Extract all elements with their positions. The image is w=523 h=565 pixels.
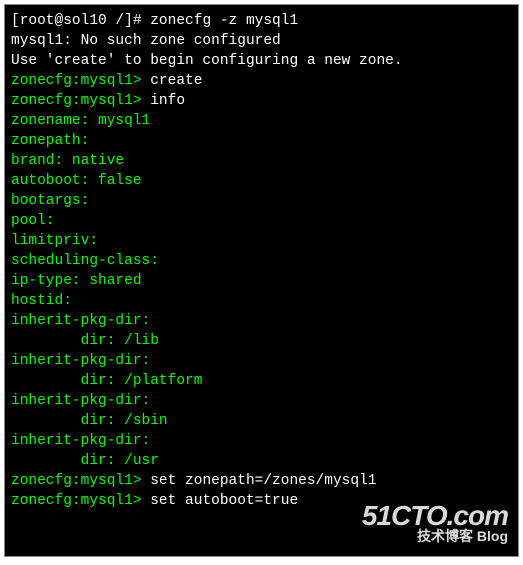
output-line: zonename: mysql1 [11, 111, 512, 131]
output-line: mysql1: No such zone configured [11, 31, 512, 51]
terminal-line: zonecfg:mysql1> info [11, 91, 512, 111]
terminal-window[interactable]: [root@sol10 /]# zonecfg -z mysql1 mysql1… [4, 4, 519, 557]
output-line: inherit-pkg-dir: [11, 391, 512, 411]
output-line: dir: /lib [11, 331, 512, 351]
output-line: zonepath: [11, 131, 512, 151]
output-line: dir: /platform [11, 371, 512, 391]
output-line: pool: [11, 211, 512, 231]
terminal-line: zonecfg:mysql1> create [11, 71, 512, 91]
shell-prompt: [root@sol10 /]# [11, 13, 150, 29]
output-line: hostid: [11, 291, 512, 311]
command-text: set zonepath=/zones/mysql1 [150, 473, 376, 489]
command-text: set autoboot=true [150, 493, 298, 509]
zonecfg-prompt: zonecfg:mysql1> [11, 93, 150, 109]
command-text: info [150, 93, 185, 109]
output-line: bootargs: [11, 191, 512, 211]
terminal-line: zonecfg:mysql1> set autoboot=true [11, 491, 512, 511]
command-text: create [150, 73, 202, 89]
zonecfg-prompt: zonecfg:mysql1> [11, 473, 150, 489]
output-line: inherit-pkg-dir: [11, 431, 512, 451]
terminal-line: zonecfg:mysql1> set zonepath=/zones/mysq… [11, 471, 512, 491]
terminal-line: [root@sol10 /]# zonecfg -z mysql1 [11, 11, 512, 31]
zonecfg-prompt: zonecfg:mysql1> [11, 493, 150, 509]
watermark: 51CTO.com 技术博客 Blog [362, 506, 508, 546]
output-line: ip-type: shared [11, 271, 512, 291]
zonecfg-prompt: zonecfg:mysql1> [11, 73, 150, 89]
output-line: limitpriv: [11, 231, 512, 251]
output-line: inherit-pkg-dir: [11, 311, 512, 331]
command-text: zonecfg -z mysql1 [150, 13, 298, 29]
output-line: dir: /usr [11, 451, 512, 471]
output-line: autoboot: false [11, 171, 512, 191]
watermark-sub: 技术博客 Blog [362, 526, 508, 546]
output-line: Use 'create' to begin configuring a new … [11, 51, 512, 71]
output-line: inherit-pkg-dir: [11, 351, 512, 371]
output-line: brand: native [11, 151, 512, 171]
output-line: scheduling-class: [11, 251, 512, 271]
output-line: dir: /sbin [11, 411, 512, 431]
